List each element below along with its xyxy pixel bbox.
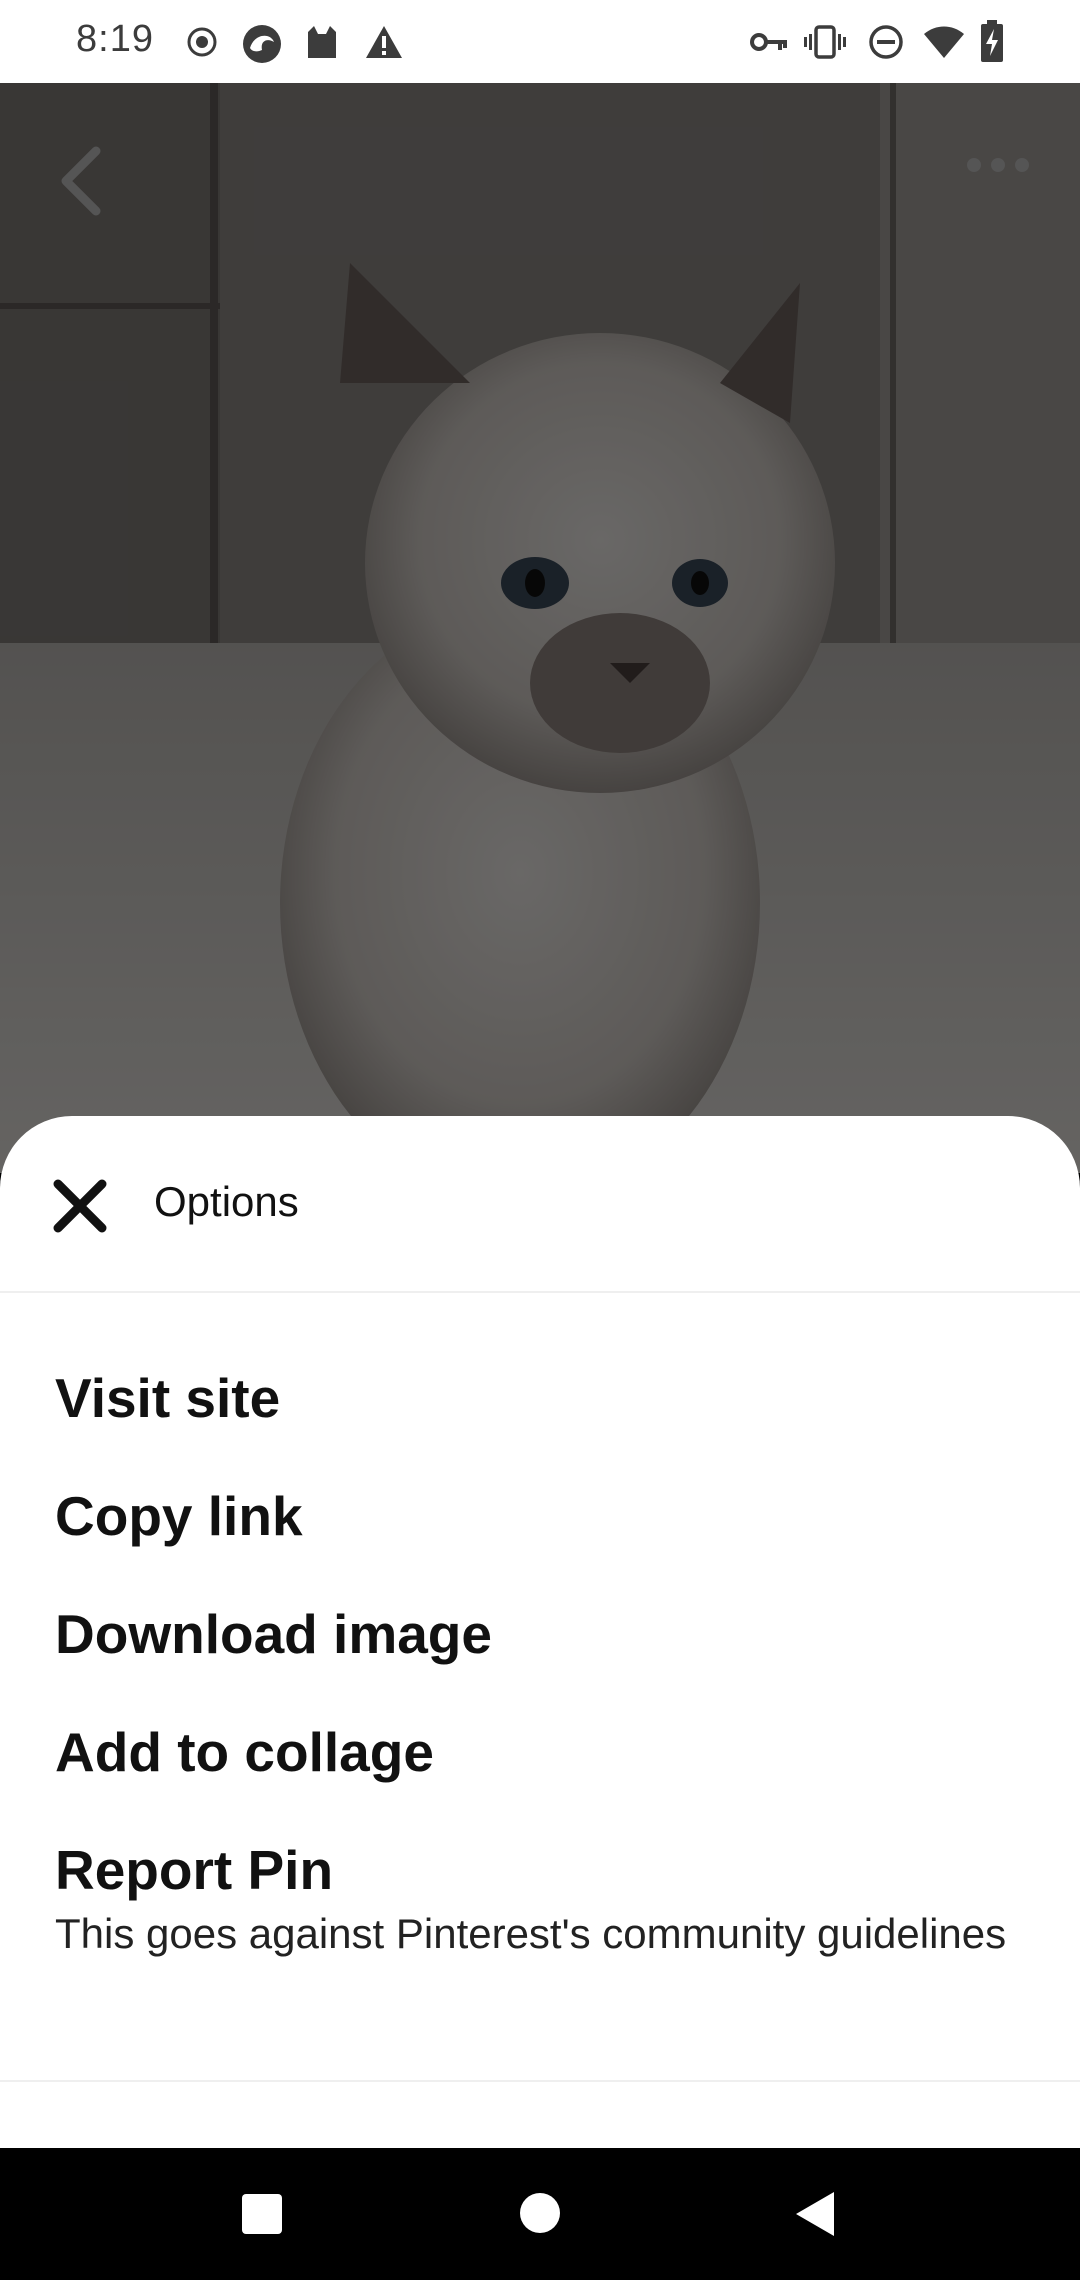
copy-link-option[interactable]: Copy link: [55, 1484, 303, 1548]
warning-icon: [366, 26, 402, 58]
do-not-disturb-icon: [869, 25, 903, 59]
dim-overlay: [0, 83, 1080, 1173]
add-to-collage-option[interactable]: Add to collage: [55, 1720, 434, 1784]
back-triangle-icon[interactable]: [794, 2190, 836, 2238]
chevron-left-icon[interactable]: [52, 143, 108, 219]
record-icon: [187, 27, 217, 57]
battery-charging-icon: [981, 20, 1003, 62]
report-pin-option[interactable]: Report Pin: [55, 1838, 333, 1902]
more-horizontal-icon[interactable]: [966, 153, 1030, 177]
cat-app-icon: [308, 26, 336, 58]
visit-site-option[interactable]: Visit site: [55, 1366, 280, 1430]
sheet-header: Options: [0, 1116, 1080, 1293]
status-bar: 8:19: [0, 0, 1080, 83]
key-icon: [750, 33, 787, 51]
download-image-option[interactable]: Download image: [55, 1602, 492, 1666]
wifi-icon: [924, 26, 964, 58]
pin-image: [0, 83, 1080, 1173]
vibrate-icon: [804, 25, 846, 59]
sheet-title: Options: [154, 1178, 299, 1225]
navigation-bar: [0, 2148, 1080, 2280]
recents-square-icon[interactable]: [240, 2192, 284, 2236]
sheet-divider: [0, 2080, 1080, 2082]
close-icon[interactable]: [52, 1178, 108, 1234]
options-sheet: Options Visit site Copy link Download im…: [0, 1116, 1080, 2148]
home-circle-icon[interactable]: [519, 2192, 561, 2234]
browser-icon: [243, 25, 281, 63]
report-pin-description: This goes against Pinterest's community …: [55, 1910, 1007, 1957]
status-time: 8:19: [76, 18, 154, 60]
